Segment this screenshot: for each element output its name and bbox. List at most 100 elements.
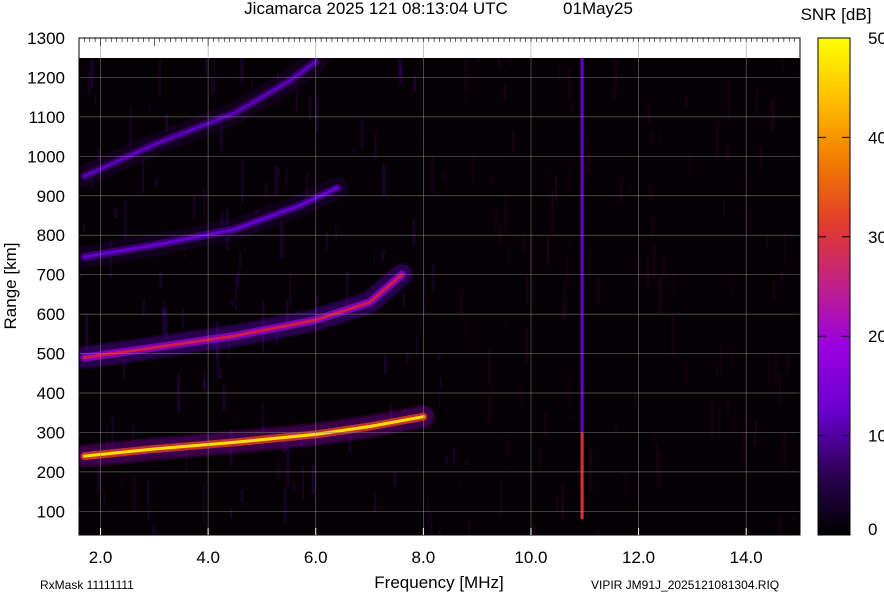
noise-speck: [152, 525, 156, 535]
noise-speck: [412, 219, 416, 247]
noise-speck: [662, 255, 665, 283]
y-tick-label: 800: [37, 226, 65, 245]
noise-speck: [539, 446, 542, 467]
noise-speck: [506, 437, 509, 457]
noise-speck: [406, 351, 409, 364]
noise-speck: [222, 384, 226, 413]
noise-speck: [659, 132, 661, 143]
y-tick-label: 500: [37, 345, 65, 364]
noise-speck: [505, 465, 508, 468]
noise-speck: [442, 173, 445, 179]
noise-speck: [211, 75, 213, 98]
noise-speck: [684, 95, 688, 107]
noise-speck: [548, 168, 551, 175]
x-tick-label: 2.0: [89, 548, 113, 567]
noise-speck: [286, 167, 288, 177]
noise-speck: [503, 83, 507, 102]
noise-speck: [164, 308, 168, 338]
file-label: VIPIR JM91J_2025121081304.RIQ: [591, 578, 779, 592]
noise-speck: [504, 320, 508, 326]
noise-speck: [773, 279, 775, 300]
noise-speck: [559, 64, 561, 82]
y-tick-label: 1300: [27, 29, 65, 48]
y-tick-label: 900: [37, 187, 65, 206]
noise-speck: [438, 354, 441, 362]
noise-speck: [770, 99, 774, 133]
noise-speck: [715, 363, 718, 378]
noise-speck: [620, 176, 623, 203]
noise-speck: [571, 416, 575, 419]
noise-speck: [783, 432, 786, 468]
noise-speck: [283, 486, 287, 523]
noise-speck: [465, 458, 468, 466]
colorbar-tick-label: 40: [868, 128, 884, 147]
noise-speck: [373, 492, 377, 512]
noise-speck: [726, 144, 730, 162]
noise-speck: [716, 120, 719, 160]
noise-speck: [374, 131, 377, 159]
noise-speck: [732, 268, 734, 298]
noise-speck: [439, 393, 441, 408]
noise-speck: [556, 494, 559, 513]
chart-title: Jicamarca 2025 121 08:13:04 UTC: [244, 0, 508, 18]
noise-speck: [732, 340, 734, 369]
noise-speck: [780, 270, 783, 282]
noise-speck: [512, 130, 515, 152]
noise-speck: [230, 507, 233, 518]
noise-speck: [722, 198, 725, 216]
noise-speck: [578, 459, 580, 488]
noise-speck: [465, 318, 467, 342]
noise-speck: [312, 464, 315, 495]
noise-speck: [427, 493, 429, 524]
noise-speck: [495, 209, 497, 230]
ionogram-chart: Jicamarca 2025 121 08:13:04 UTC 01May25 …: [1, 0, 884, 592]
noise-speck: [726, 403, 729, 412]
noise-speck: [589, 448, 593, 491]
noise-speck: [671, 315, 675, 356]
noise-speck: [114, 208, 117, 218]
noise-speck: [129, 105, 132, 147]
noise-speck: [464, 98, 466, 105]
noise-speck: [526, 276, 529, 305]
noise-speck: [289, 270, 291, 307]
noise-speck: [162, 308, 165, 335]
noise-speck: [124, 199, 127, 239]
noise-speck: [80, 273, 83, 278]
noise-speck: [659, 278, 662, 314]
y-tick-label: 400: [37, 384, 65, 403]
noise-speck: [784, 232, 786, 265]
noise-speck: [554, 175, 558, 202]
noise-speck: [629, 185, 631, 194]
noise-speck: [439, 377, 442, 387]
noise-speck: [203, 187, 205, 222]
noise-speck: [562, 484, 564, 509]
noise-speck: [491, 382, 493, 422]
noise-speck: [748, 180, 750, 189]
noise-speck: [133, 475, 135, 512]
y-tick-label: 200: [37, 463, 65, 482]
noise-speck: [384, 355, 387, 374]
noise-speck: [488, 397, 491, 426]
noise-speck: [148, 103, 150, 110]
y-ticks: 100 200 300 400 500 600 700 800 900 1000 1100 1200 1…: [27, 29, 65, 521]
noise-speck: [521, 385, 523, 410]
noise-speck: [274, 165, 278, 197]
noise-speck: [566, 257, 569, 288]
noise-speck: [251, 79, 253, 88]
noise-speck: [373, 251, 375, 267]
noise-speck: [277, 458, 279, 481]
colorbar-tick-label: 0: [868, 520, 877, 539]
noise-speck: [730, 290, 732, 293]
colorbar-label: SNR [dB]: [801, 5, 872, 24]
noise-speck: [792, 518, 795, 521]
noise-speck: [508, 245, 511, 265]
noise-speck: [83, 225, 85, 232]
noise-speck: [286, 446, 290, 487]
noise-speck: [569, 161, 571, 193]
noise-speck: [419, 142, 423, 145]
noise-speck: [589, 150, 592, 178]
noise-speck: [278, 167, 281, 178]
noise-speck: [546, 236, 550, 266]
noise-speck: [467, 518, 471, 535]
noise-speck: [182, 308, 184, 329]
